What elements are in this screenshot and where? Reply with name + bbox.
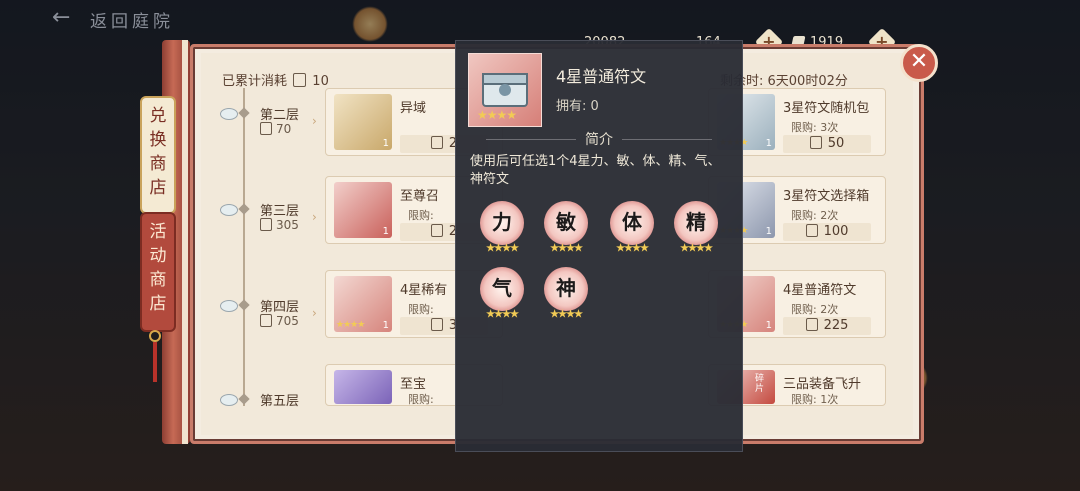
rune-option[interactable]: 气 ★★★★ — [480, 267, 524, 320]
close-button[interactable]: ✕ — [900, 44, 938, 82]
floor-cost: 705 — [260, 314, 299, 328]
tassel-decoration — [149, 330, 161, 386]
item-price: 100 — [783, 223, 871, 241]
accumulated-label: 已累计消耗 — [222, 74, 288, 89]
item-name: 4星普通符文 — [556, 67, 647, 86]
ticket-icon — [805, 224, 818, 237]
purchase-limit: 限购: — [408, 393, 434, 406]
ticket-icon — [805, 318, 818, 331]
item-thumbnail: 1 — [334, 94, 392, 150]
floor-row[interactable]: 第五层 — [220, 386, 310, 430]
rune-option[interactable]: 体 ★★★★ — [610, 201, 654, 254]
eye-icon[interactable] — [220, 108, 238, 120]
eye-icon[interactable] — [220, 394, 238, 406]
item-description: 使用后可任选1个4星力、敏、体、精、气、神符文 — [470, 154, 721, 187]
ticket-icon — [260, 314, 272, 327]
floor-cost: 70 — [260, 122, 291, 136]
ticket-icon — [430, 224, 443, 237]
tab-exchange-shop[interactable]: 兑换商店 — [140, 96, 176, 214]
purchase-limit: 限购: 2次 — [791, 303, 839, 316]
floor-name: 第四层 — [260, 300, 300, 315]
item-name: 至尊召 — [400, 189, 440, 204]
floor-name: 第三层 — [260, 204, 300, 219]
item-thumbnail: ★★★★ — [468, 53, 542, 127]
item-thumbnail: ★★★★1 — [334, 276, 392, 332]
item-name: 异域 — [400, 101, 427, 116]
top-bar: ← 返回庭院 20082 164 + 1919 + — [0, 0, 1080, 57]
accumulated-value: 10 — [312, 74, 329, 89]
item-detail-popup: ★★★★ 4星普通符文 拥有: 0 简介 使用后可任选1个4星力、敏、体、精、气… — [455, 40, 743, 452]
rune-option[interactable]: 敏 ★★★★ — [544, 201, 588, 254]
floor-row[interactable]: 第二层 70 › — [220, 100, 317, 144]
item-thumbnail: 1 — [334, 182, 392, 238]
rune-option[interactable]: 神 ★★★★ — [544, 267, 588, 320]
ticket-icon — [430, 136, 443, 149]
floor-cost: 305 — [260, 218, 299, 232]
rune-option[interactable]: 精 ★★★★ — [674, 201, 718, 254]
purchase-limit: 限购: 3次 — [791, 121, 839, 134]
section-heading: 简介 — [585, 132, 613, 148]
item-name: 至宝 — [400, 377, 427, 392]
floor-row[interactable]: 第四层 705 › — [220, 292, 317, 336]
owned-count: 拥有: 0 — [556, 99, 599, 114]
chevron-right-icon: › — [312, 114, 317, 128]
floor-marker-icon — [238, 107, 250, 119]
floor-marker-icon — [238, 203, 250, 215]
back-arrow-icon[interactable]: ← — [52, 6, 80, 30]
item-name: 4星稀有 — [400, 283, 448, 298]
purchase-limit: 限购: — [408, 209, 434, 222]
floor-name: 第二层 — [260, 108, 300, 123]
ticket-icon — [430, 318, 443, 331]
purchase-limit: 限购: 1次 — [791, 393, 839, 406]
purchase-limit: 限购: — [408, 303, 434, 316]
ticket-icon — [260, 218, 272, 231]
floor-marker-icon — [238, 393, 250, 405]
purchase-limit: 限购: 2次 — [791, 209, 839, 222]
item-price: 50 — [783, 135, 871, 153]
ticket-icon — [809, 136, 822, 149]
fragment-badge: 碎片 — [755, 374, 765, 394]
page-title: 返回庭院 — [90, 12, 174, 32]
ticket-icon — [260, 122, 272, 135]
eye-icon[interactable] — [220, 300, 238, 312]
item-name: 三品装备飞升 — [783, 377, 862, 392]
item-thumbnail — [334, 370, 392, 404]
eye-icon[interactable] — [220, 204, 238, 216]
item-price: 225 — [783, 317, 871, 335]
floor-row[interactable]: 第三层 305 › — [220, 196, 317, 240]
floor-marker-icon — [238, 299, 250, 311]
floor-name: 第五层 — [260, 394, 300, 409]
chevron-right-icon: › — [312, 210, 317, 224]
ticket-icon — [293, 73, 307, 87]
rune-option[interactable]: 力 ★★★★ — [480, 201, 524, 254]
tab-activity-shop[interactable]: 活动商店 — [140, 212, 176, 332]
item-name: 4星普通符文 — [783, 283, 857, 298]
item-name: 3星符文随机包 — [783, 101, 870, 116]
item-name: 3星符文选择箱 — [783, 189, 870, 204]
accumulated-consumption: 已累计消耗 10 — [222, 70, 329, 89]
chevron-right-icon: › — [312, 306, 317, 320]
